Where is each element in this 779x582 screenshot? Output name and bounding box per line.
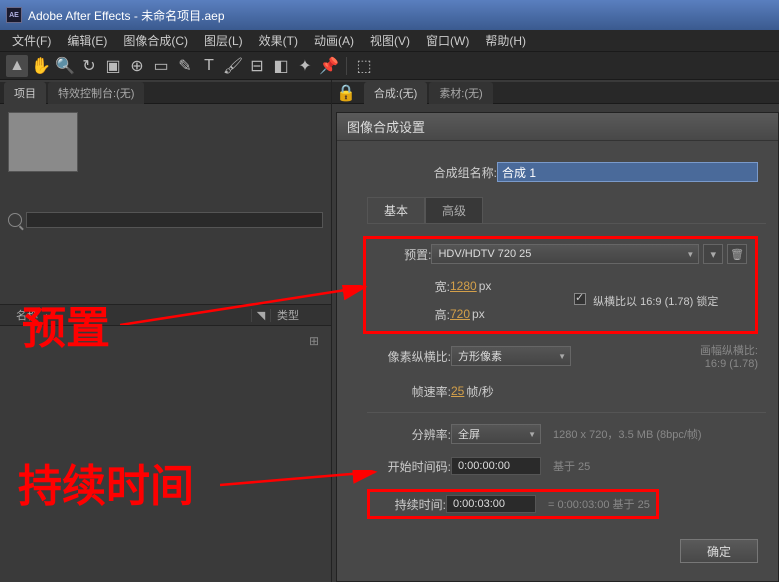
start-timecode-info: 基于 25 [553, 458, 590, 474]
width-unit: px [479, 279, 492, 293]
preset-label: 预置: [374, 246, 431, 263]
width-input[interactable]: 1280 [450, 279, 477, 293]
pen-tool-icon[interactable]: ✎ [174, 55, 196, 77]
camera-tool-icon[interactable]: ▣ [102, 55, 124, 77]
delete-preset-icon[interactable]: 🗑 [727, 244, 747, 264]
menu-composition[interactable]: 图像合成(C) [115, 32, 196, 49]
app-logo: AE [6, 7, 22, 23]
height-input[interactable]: 720 [450, 307, 470, 321]
zoom-tool-icon[interactable]: 🔍 [54, 55, 76, 77]
start-timecode-input[interactable]: 0:00:00:00 [451, 457, 541, 475]
rotate-tool-icon[interactable]: ↻ [78, 55, 100, 77]
project-panel [0, 104, 331, 304]
menu-window[interactable]: 窗口(W) [418, 32, 477, 49]
comp-panel-tabs: 🔒 合成:(无) 素材:(无) [332, 80, 779, 104]
pixel-ratio-dropdown[interactable]: 方形像素 [451, 346, 571, 366]
pixel-ratio-label: 像素纵横比: [367, 348, 451, 365]
height-label: 高: [374, 306, 450, 323]
project-thumbnail [8, 112, 78, 172]
stamp-tool-icon[interactable]: ⊟ [246, 55, 268, 77]
basic-tab[interactable]: 基本 [367, 197, 425, 223]
window-title: Adobe After Effects - 未命名项目.aep [28, 7, 225, 24]
hand-tool-icon[interactable]: ✋ [30, 55, 52, 77]
resolution-dropdown[interactable]: 全屏 [451, 424, 541, 444]
project-search-input[interactable] [26, 212, 323, 228]
lock-icon[interactable]: 🔒 [336, 83, 356, 103]
effects-control-tab[interactable]: 特效控制台:(无) [48, 82, 144, 104]
search-icon [8, 213, 22, 227]
duration-info: = 0:00:03:00 基于 25 [548, 496, 650, 512]
frame-aspect-label: 画幅纵横比: [700, 345, 758, 357]
separator [367, 412, 766, 413]
save-preset-icon[interactable]: ▾ [703, 244, 723, 264]
lock-aspect-checkbox[interactable] [574, 293, 586, 305]
composition-tab[interactable]: 合成:(无) [364, 82, 427, 104]
frame-aspect-value: 16:9 (1.78) [705, 358, 758, 370]
col-name[interactable]: 名称 [8, 310, 38, 322]
menu-bar: 文件(F) 编辑(E) 图像合成(C) 图层(L) 效果(T) 动画(A) 视图… [0, 30, 779, 52]
toolbar: ▲ ✋ 🔍 ↻ ▣ ⊕ ▭ ✎ T 🖌 ⊟ ◧ ✦ 📌 ⬚ [0, 52, 779, 80]
ok-button[interactable]: 确定 [680, 539, 758, 563]
roto-tool-icon[interactable]: ✦ [294, 55, 316, 77]
resolution-info: 1280 x 720，3.5 MB (8bpc/帧) [553, 426, 702, 442]
comp-name-label: 合成组名称: [367, 164, 497, 181]
comp-name-input[interactable] [497, 162, 758, 182]
preset-dropdown[interactable]: HDV/HDTV 720 25 [431, 244, 699, 264]
resolution-label: 分辨率: [367, 426, 451, 443]
framerate-unit: 帧/秒 [466, 383, 493, 400]
footage-tab[interactable]: 素材:(无) [429, 82, 492, 104]
label-col[interactable]: ◥ [251, 309, 271, 322]
duration-highlight-box: 持续时间: 0:00:03:00 = 0:00:03:00 基于 25 [367, 489, 659, 519]
workspace-icon[interactable]: ⬚ [353, 55, 375, 77]
puppet-tool-icon[interactable]: 📌 [318, 55, 340, 77]
eraser-tool-icon[interactable]: ◧ [270, 55, 292, 77]
selection-tool-icon[interactable]: ▲ [6, 55, 28, 77]
lock-aspect-label: 纵横比以 16:9 (1.78) 锁定 [593, 296, 718, 308]
menu-edit[interactable]: 编辑(E) [59, 32, 115, 49]
menu-file[interactable]: 文件(F) [4, 32, 59, 49]
dialog-title: 图像合成设置 [337, 113, 778, 141]
project-column-headers: 名称 ▲ ◥ 类型 [0, 304, 331, 326]
col-type[interactable]: 类型 [271, 307, 331, 323]
project-panel-tabs: 项目 特效控制台:(无) [0, 80, 331, 104]
project-item-list[interactable]: ⊞ [0, 326, 331, 582]
composition-settings-dialog: 图像合成设置 合成组名称: 基本 高级 预置: HDV/HDTV 720 25 … [336, 112, 779, 582]
menu-layer[interactable]: 图层(L) [196, 32, 251, 49]
width-label: 宽: [374, 278, 450, 295]
brush-tool-icon[interactable]: 🖌 [222, 55, 244, 77]
toolbar-separator [346, 57, 347, 75]
menu-view[interactable]: 视图(V) [362, 32, 418, 49]
title-bar: AE Adobe After Effects - 未命名项目.aep [0, 0, 779, 30]
flowchart-icon[interactable]: ⊞ [305, 334, 323, 352]
anchor-tool-icon[interactable]: ⊕ [126, 55, 148, 77]
text-tool-icon[interactable]: T [198, 55, 220, 77]
project-tab[interactable]: 项目 [4, 82, 46, 104]
advanced-tab[interactable]: 高级 [425, 197, 483, 223]
rect-tool-icon[interactable]: ▭ [150, 55, 172, 77]
duration-label: 持续时间: [376, 496, 446, 513]
menu-help[interactable]: 帮助(H) [477, 32, 534, 49]
duration-input[interactable]: 0:00:03:00 [446, 495, 536, 513]
framerate-input[interactable]: 25 [451, 384, 464, 398]
start-timecode-label: 开始时间码: [367, 458, 451, 475]
preset-highlight-box: 预置: HDV/HDTV 720 25 ▾ 🗑 宽: 1280 px 高: 72… [363, 236, 758, 334]
menu-animation[interactable]: 动画(A) [306, 32, 362, 49]
height-unit: px [472, 307, 485, 321]
sort-icon: ▲ [42, 311, 51, 321]
menu-effect[interactable]: 效果(T) [251, 32, 306, 49]
framerate-label: 帧速率: [367, 383, 451, 400]
